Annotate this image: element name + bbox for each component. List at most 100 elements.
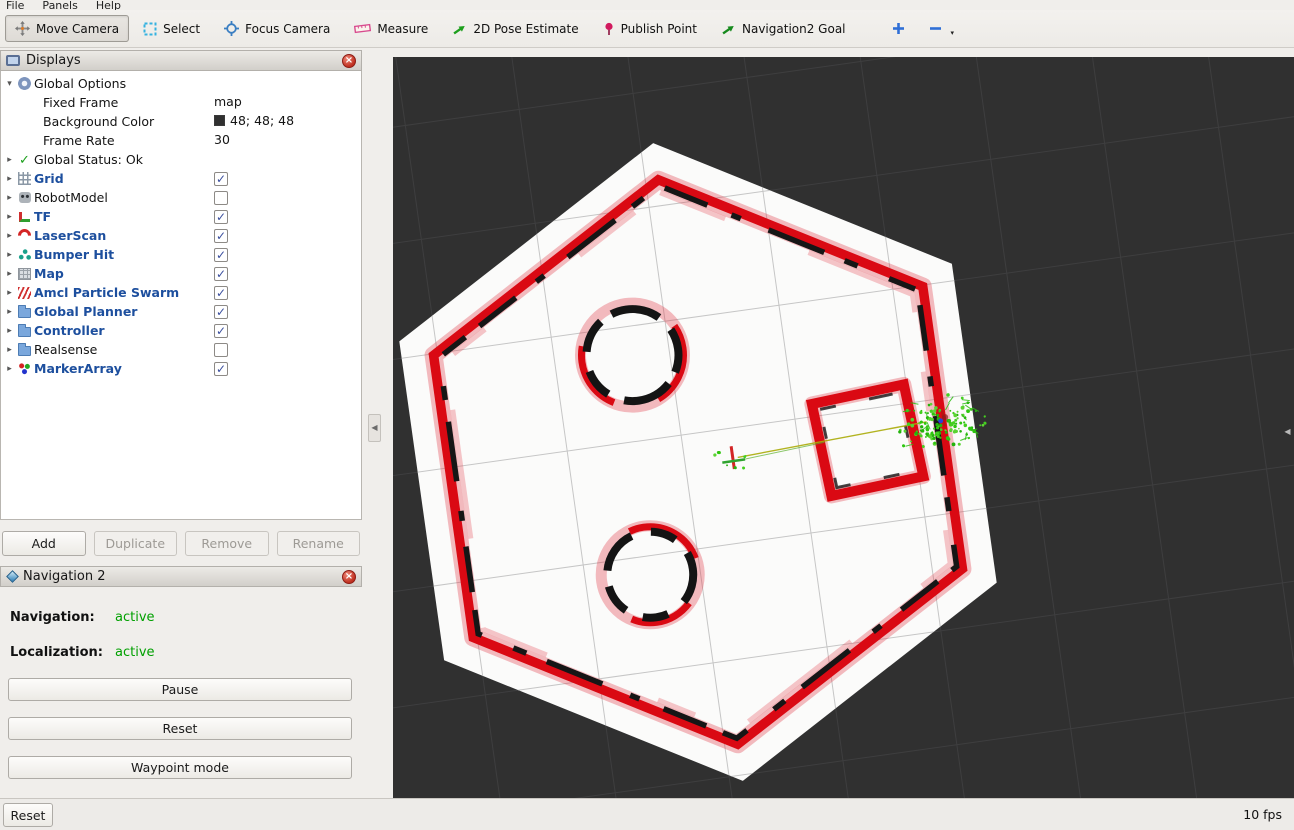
measure-tool[interactable]: Measure	[344, 15, 438, 42]
waypoint-mode-button[interactable]: Waypoint mode	[8, 756, 352, 779]
tree-row-global-planner[interactable]: ▸ Global Planner ✓	[1, 302, 361, 321]
minus-icon	[929, 22, 942, 35]
row-label: Global Planner	[34, 304, 137, 319]
visibility-checkbox[interactable]	[214, 343, 228, 357]
displays-close-button[interactable]: ×	[342, 54, 356, 68]
localization-status-label: Localization:	[10, 645, 103, 660]
reset-button[interactable]: Reset	[8, 717, 352, 740]
visibility-checkbox[interactable]: ✓	[214, 286, 228, 300]
property-value[interactable]: 30	[214, 132, 230, 147]
bumper-icon	[18, 248, 31, 261]
rename-button[interactable]: Rename	[277, 531, 361, 556]
nav2-panel-body: Navigation: active Localization: active …	[0, 587, 362, 798]
toolbar: Move CameraSelectFocus CameraMeasure2D P…	[0, 10, 1294, 48]
expander-icon[interactable]: ▸	[1, 250, 15, 260]
tree-row-controller[interactable]: ▸Controller✓	[1, 321, 361, 340]
3d-viewport[interactable]: ◀	[393, 57, 1294, 798]
property-value[interactable]: 48; 48; 48	[214, 113, 294, 128]
status-bar: Reset 10 fps	[0, 798, 1294, 830]
displays-panel-header[interactable]: Displays ×	[0, 50, 362, 71]
amcl-icon	[18, 287, 31, 299]
tree-row-realsense[interactable]: ▸ Realsense	[1, 340, 361, 359]
expander-icon[interactable]: ▸	[1, 364, 15, 374]
navigation-status-row: Navigation: active	[10, 610, 95, 625]
row-label: Grid	[34, 171, 64, 186]
tree-row-global-status-ok[interactable]: ▸Global Status: Ok	[1, 150, 361, 169]
color-swatch	[214, 115, 225, 126]
menu-file[interactable]: File	[6, 0, 24, 10]
expander-icon[interactable]: ▸	[1, 174, 15, 184]
expander-icon[interactable]: ▸	[1, 212, 15, 222]
gear-icon	[18, 77, 31, 90]
select-tool[interactable]: Select	[133, 15, 210, 42]
pause-button[interactable]: Pause	[8, 678, 352, 701]
expander-icon[interactable]: ▸	[1, 326, 15, 336]
displays-title: Displays	[26, 53, 81, 68]
expander-icon[interactable]: ▸	[1, 231, 15, 241]
row-label: Global Options	[34, 76, 126, 91]
dropdown-caret-icon[interactable]: ▾	[951, 29, 955, 37]
tree-row-background-color[interactable]: Background Color 48; 48; 48	[1, 112, 361, 131]
reset-button[interactable]: Reset	[3, 803, 53, 827]
expander-icon[interactable]: ▸	[1, 155, 15, 165]
visibility-checkbox[interactable]: ✓	[214, 172, 228, 186]
tree-row-global-options[interactable]: ▾ Global Options	[1, 74, 361, 93]
tree-row-robotmodel[interactable]: ▸RobotModel	[1, 188, 361, 207]
property-value[interactable]: map	[214, 94, 242, 109]
move-camera-tool[interactable]: Move Camera	[5, 15, 129, 42]
expander-icon[interactable]: ▸	[1, 269, 15, 279]
grid-icon	[18, 172, 31, 185]
robot-icon	[19, 192, 31, 203]
render-scene	[393, 57, 1294, 798]
visibility-checkbox[interactable]: ✓	[214, 248, 228, 262]
row-label: Realsense	[34, 342, 97, 357]
localization-status-value: active	[115, 645, 155, 660]
menu-help[interactable]: Help	[96, 0, 121, 10]
nav2-goal-tool[interactable]: Navigation2 Goal	[711, 15, 856, 42]
visibility-checkbox[interactable]: ✓	[214, 267, 228, 281]
pose-estimate-tool[interactable]: 2D Pose Estimate	[442, 15, 588, 42]
add-button[interactable]: Add	[2, 531, 86, 556]
focus-camera-tool[interactable]: Focus Camera	[214, 15, 340, 42]
folder-icon	[18, 308, 31, 318]
marker-icon	[18, 362, 31, 375]
remove-tool-button[interactable]: ▾	[919, 15, 965, 42]
visibility-checkbox[interactable]	[214, 191, 228, 205]
nav2-panel-header[interactable]: Navigation 2 ×	[0, 566, 362, 587]
expander-icon[interactable]: ▸	[1, 345, 15, 355]
tree-row-tf[interactable]: ▸TF✓	[1, 207, 361, 226]
row-label: Background Color	[43, 114, 154, 129]
visibility-checkbox[interactable]: ✓	[214, 305, 228, 319]
remove-button[interactable]: Remove	[185, 531, 269, 556]
folder-icon	[18, 327, 31, 337]
menu-panels[interactable]: Panels	[42, 0, 77, 10]
tree-row-map[interactable]: ▸ Map ✓	[1, 264, 361, 283]
nav2-goal-icon	[721, 22, 736, 36]
tree-row-markerarray[interactable]: ▸MarkerArray✓	[1, 359, 361, 378]
collapse-right-panel-handle[interactable]: ◀	[1282, 418, 1293, 446]
tree-row-bumper-hit[interactable]: ▸Bumper Hit✓	[1, 245, 361, 264]
tree-row-frame-rate[interactable]: Frame Rate30	[1, 131, 361, 150]
expander-icon[interactable]: ▸	[1, 193, 15, 203]
expander-icon[interactable]: ▸	[1, 288, 15, 298]
measure-icon	[354, 22, 371, 35]
expander-icon[interactable]: ▸	[1, 307, 15, 317]
visibility-checkbox[interactable]: ✓	[214, 324, 228, 338]
publish-point-tool[interactable]: Publish Point	[593, 15, 707, 42]
visibility-checkbox[interactable]: ✓	[214, 210, 228, 224]
add-tool-button[interactable]	[882, 15, 915, 42]
tree-row-amcl-particle-swarm[interactable]: ▸Amcl Particle Swarm✓	[1, 283, 361, 302]
displays-tree: ▾Global OptionsFixed FramemapBackground …	[0, 71, 362, 520]
row-label: Map	[34, 266, 64, 281]
duplicate-button[interactable]: Duplicate	[94, 531, 178, 556]
tree-row-fixed-frame[interactable]: Fixed Framemap	[1, 93, 361, 112]
nav2-close-button[interactable]: ×	[342, 570, 356, 584]
collapse-left-panel-handle[interactable]: ◀	[368, 414, 381, 442]
expander-icon[interactable]: ▾	[1, 79, 15, 89]
tree-row-laserscan[interactable]: ▸LaserScan✓	[1, 226, 361, 245]
plus-icon	[892, 22, 905, 35]
panel-splitter[interactable]: ◀	[362, 48, 393, 798]
tree-row-grid[interactable]: ▸ Grid ✓	[1, 169, 361, 188]
visibility-checkbox[interactable]: ✓	[214, 229, 228, 243]
visibility-checkbox[interactable]: ✓	[214, 362, 228, 376]
